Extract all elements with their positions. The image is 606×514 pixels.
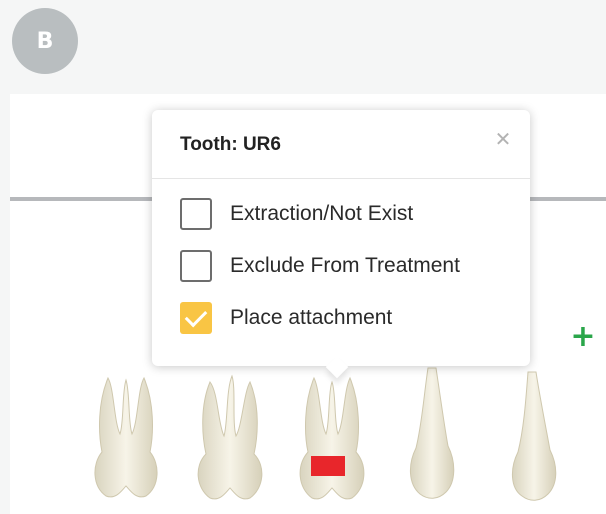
option-label: Extraction/Not Exist [230, 202, 414, 225]
option-label: Exclude From Treatment [230, 254, 460, 277]
tooth-options-popover: Tooth: UR6 ✕ Extraction/Not Exist Exclud… [152, 110, 530, 379]
place-attachment-checkbox[interactable] [180, 302, 212, 334]
molar-tooth-icon [299, 376, 365, 500]
option-place-attachment[interactable]: Place attachment [180, 298, 520, 338]
tooth-ur5[interactable] [404, 364, 460, 500]
tooth-ur7[interactable] [190, 372, 270, 502]
panel-label-badge: B [12, 8, 78, 74]
tooth-ur8[interactable] [88, 372, 164, 500]
tooth-ur4[interactable] [506, 368, 562, 502]
tooth-ur6[interactable] [292, 372, 372, 502]
popover-title: Tooth: UR6 [180, 134, 281, 155]
premolar-tooth-icon [410, 367, 455, 499]
option-exclude-from-treatment[interactable]: Exclude From Treatment [180, 246, 520, 286]
extraction-checkbox[interactable] [180, 198, 212, 230]
popover-header: Tooth: UR6 ✕ [152, 110, 530, 179]
premolar-tooth-icon [512, 371, 557, 501]
option-label: Place attachment [230, 306, 393, 329]
close-icon[interactable]: ✕ [492, 128, 514, 150]
exclude-checkbox[interactable] [180, 250, 212, 282]
add-attachment-plus-icon[interactable]: + [568, 322, 598, 352]
attachment-marker[interactable] [311, 456, 345, 476]
panel-label-text: B [36, 28, 54, 54]
molar-tooth-icon [94, 376, 158, 498]
checkmark-icon [184, 304, 208, 328]
option-extraction-not-exist[interactable]: Extraction/Not Exist [180, 194, 520, 234]
molar-tooth-icon [197, 374, 263, 500]
